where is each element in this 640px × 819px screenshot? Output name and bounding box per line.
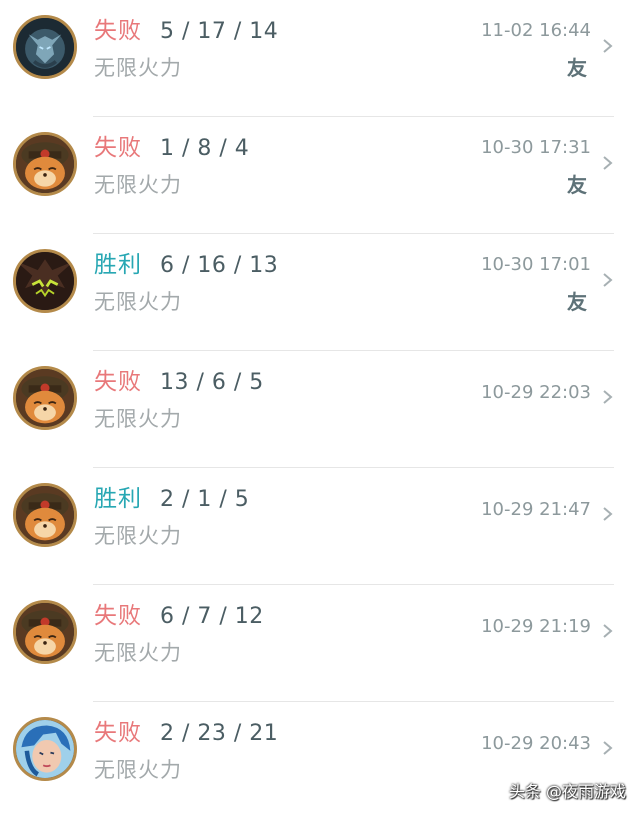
chevron-right-icon [600, 621, 616, 641]
match-mode: 无限火力 [94, 641, 182, 665]
match-result: 胜利 [94, 486, 142, 512]
match-history-list: 失败 5 / 17 / 14 无限火力 11-02 16:44 友 失败 1 /… [0, 0, 640, 819]
friend-badge: 友 [567, 290, 587, 314]
match-result: 失败 [94, 369, 142, 395]
match-result: 胜利 [94, 252, 142, 278]
match-result: 失败 [94, 603, 142, 629]
match-time: 10-30 17:31 [481, 137, 591, 158]
match-row[interactable]: 失败 5 / 17 / 14 无限火力 11-02 16:44 友 [0, 0, 640, 117]
match-kda: 6 / 7 / 12 [160, 604, 264, 629]
shadow-beast-champion-icon [13, 249, 77, 313]
match-row[interactable]: 失败 13 / 6 / 5 无限火力 10-29 22:03 [0, 351, 640, 468]
chevron-right-icon [600, 153, 616, 173]
match-kda: 5 / 17 / 14 [160, 19, 279, 44]
chevron-right-icon [600, 387, 616, 407]
teemo-champion-icon [13, 366, 77, 430]
match-result: 失败 [94, 720, 142, 746]
friend-badge: 友 [567, 173, 587, 197]
dark-knight-champion-icon [13, 15, 77, 79]
match-time: 10-29 21:19 [481, 616, 591, 637]
match-mode: 无限火力 [94, 290, 182, 314]
match-kda: 2 / 23 / 21 [160, 721, 279, 746]
match-time: 10-30 17:01 [481, 254, 591, 275]
match-mode: 无限火力 [94, 524, 182, 548]
match-kda: 2 / 1 / 5 [160, 487, 250, 512]
teemo-champion-icon [13, 132, 77, 196]
match-result: 失败 [94, 135, 142, 161]
match-mode: 无限火力 [94, 173, 182, 197]
match-result: 失败 [94, 18, 142, 44]
chevron-right-icon [600, 504, 616, 524]
match-row[interactable]: 失败 6 / 7 / 12 无限火力 10-29 21:19 [0, 585, 640, 702]
blue-hair-champion-icon [13, 717, 77, 781]
match-row[interactable]: 胜利 2 / 1 / 5 无限火力 10-29 21:47 [0, 468, 640, 585]
match-row[interactable]: 胜利 6 / 16 / 13 无限火力 10-30 17:01 友 [0, 234, 640, 351]
chevron-right-icon [600, 270, 616, 290]
match-time: 10-29 20:43 [481, 733, 591, 754]
teemo-champion-icon [13, 600, 77, 664]
friend-badge: 友 [567, 56, 587, 80]
match-time: 11-02 16:44 [481, 20, 591, 41]
chevron-right-icon [600, 738, 616, 758]
chevron-right-icon [600, 36, 616, 56]
match-kda: 6 / 16 / 13 [160, 253, 279, 278]
watermark: 头条 @夜雨游戏 [508, 782, 626, 801]
match-time: 10-29 22:03 [481, 382, 591, 403]
match-time: 10-29 21:47 [481, 499, 591, 520]
match-kda: 1 / 8 / 4 [160, 136, 250, 161]
match-row[interactable]: 失败 1 / 8 / 4 无限火力 10-30 17:31 友 [0, 117, 640, 234]
teemo-champion-icon [13, 483, 77, 547]
match-mode: 无限火力 [94, 407, 182, 431]
match-mode: 无限火力 [94, 56, 182, 80]
match-kda: 13 / 6 / 5 [160, 370, 264, 395]
match-mode: 无限火力 [94, 758, 182, 782]
